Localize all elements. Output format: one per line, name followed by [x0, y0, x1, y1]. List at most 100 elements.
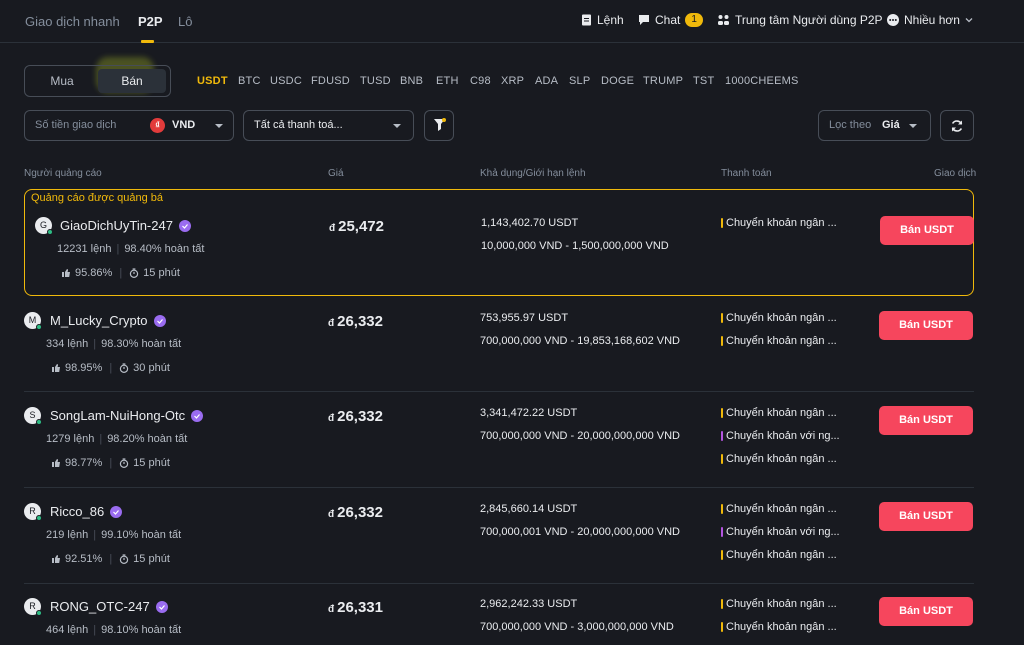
available-amount: 2,845,660.14 USDT	[480, 503, 578, 515]
avatar[interactable]: R	[24, 598, 42, 616]
sell-usdt-button[interactable]: Bán USDT	[879, 311, 973, 340]
tab-block[interactable]: Lô	[178, 14, 192, 29]
advertiser-name[interactable]: M_Lucky_Crypto	[50, 313, 166, 328]
chat-count-badge: 1	[685, 13, 703, 27]
tab-quick-trade[interactable]: Giao dịch nhanh	[25, 14, 120, 29]
amount-input-placeholder[interactable]: Số tiền giao dịch	[35, 119, 116, 131]
asset-eth[interactable]: ETH	[436, 75, 459, 87]
rating-time-stats: 92.51% | 15 phút	[51, 553, 170, 565]
rating-time-stats: 98.77% | 15 phút	[51, 457, 170, 469]
sell-usdt-button[interactable]: Bán USDT	[880, 216, 974, 245]
online-indicator	[36, 515, 42, 521]
currency-label[interactable]: VND	[172, 119, 195, 131]
asset-slp[interactable]: SLP	[569, 75, 590, 87]
payment-method-select[interactable]: Tất cả thanh toá...	[243, 110, 414, 141]
advertiser-name[interactable]: Ricco_86	[50, 504, 123, 519]
payment-method: Chuyển khoản ngân ...	[721, 453, 837, 465]
orders-label: Lệnh	[597, 13, 624, 27]
advertiser-name[interactable]: GiaoDichUyTin-247	[60, 218, 191, 233]
col-price: Giá	[328, 168, 344, 179]
table-row: R RONG_OTC-247 464 lệnh | 98.10% hoàn tất …	[24, 583, 974, 645]
verified-badge-icon	[153, 314, 166, 327]
asset-usdc[interactable]: USDC	[270, 75, 302, 87]
sort-label: Lọc theo	[829, 119, 872, 131]
online-indicator	[36, 610, 42, 616]
thumbs-up-icon	[51, 458, 61, 468]
chat-label: Chat	[655, 13, 681, 27]
more-menu[interactable]: Nhiều hơn	[887, 13, 973, 27]
available-amount: 3,341,472.22 USDT	[480, 407, 578, 419]
verified-badge-icon	[191, 409, 204, 422]
orders-link[interactable]: Lệnh	[581, 13, 624, 27]
amount-currency-filter[interactable]: Số tiền giao dịch ₫ VND	[24, 110, 234, 141]
document-icon	[581, 14, 592, 26]
sell-usdt-button[interactable]: Bán USDT	[879, 406, 973, 435]
more-dots-icon	[887, 14, 899, 26]
sell-toggle[interactable]: Bán	[98, 69, 166, 93]
chat-icon	[638, 14, 650, 26]
order-stats: 12231 lệnh | 98.40% hoàn tất	[57, 243, 205, 255]
asset-c98[interactable]: C98	[470, 75, 491, 87]
col-advertiser: Người quảng cáo	[24, 168, 102, 179]
advertiser-name[interactable]: RONG_OTC-247	[50, 599, 168, 614]
online-indicator	[47, 229, 53, 235]
asset-fdusd[interactable]: FDUSD	[311, 75, 350, 87]
avatar[interactable]: M	[24, 312, 42, 330]
asset-doge[interactable]: DOGE	[601, 75, 634, 87]
asset-bnb[interactable]: BNB	[400, 75, 423, 87]
order-limit: 700,000,001 VND - 20,000,000,000 VND	[480, 526, 680, 538]
asset-btc[interactable]: BTC	[238, 75, 261, 87]
buy-toggle[interactable]: Mua	[29, 69, 95, 93]
user-center-label: Trung tâm Người dùng P2P	[735, 13, 883, 27]
chat-link[interactable]: Chat 1	[638, 13, 703, 27]
table-row: M M_Lucky_Crypto 334 lệnh | 98.30% hoàn tấ…	[24, 296, 974, 392]
available-amount: 753,955.97 USDT	[480, 312, 569, 324]
payment-method: Chuyển khoản ngân ...	[721, 335, 837, 347]
asset-ada[interactable]: ADA	[535, 75, 558, 87]
user-center-link[interactable]: Trung tâm Người dùng P2P	[717, 13, 883, 27]
refresh-button[interactable]	[940, 110, 974, 141]
chevron-down-icon	[965, 17, 973, 23]
avatar[interactable]: G	[35, 217, 53, 235]
asset-xrp[interactable]: XRP	[501, 75, 524, 87]
verified-badge-icon	[178, 219, 191, 232]
table-row: Quảng cáo được quảng bá G GiaoDichUyTin-…	[24, 189, 974, 296]
online-indicator	[36, 419, 42, 425]
order-limit: 10,000,000 VND - 1,500,000,000 VND	[481, 240, 669, 252]
currency-chevron-icon	[215, 124, 223, 128]
available-amount: 1,143,402.70 USDT	[481, 217, 579, 229]
thumbs-up-icon	[51, 554, 61, 564]
payment-method-label: Tất cả thanh toá...	[254, 119, 343, 131]
sell-usdt-button[interactable]: Bán USDT	[879, 502, 973, 531]
order-stats: 1279 lệnh | 98.20% hoàn tất	[46, 433, 188, 445]
top-bar: Giao dịch nhanh P2P Lô Lệnh Chat 1 Trung…	[0, 0, 1024, 43]
vnd-currency-icon: ₫	[150, 118, 165, 133]
asset-tusd[interactable]: TUSD	[360, 75, 391, 87]
asset-1000cheems[interactable]: 1000CHEEMS	[725, 75, 799, 87]
tab-p2p[interactable]: P2P	[138, 14, 163, 29]
payment-method: Chuyển khoản ngân ...	[721, 621, 837, 633]
thumbs-up-icon	[51, 363, 61, 373]
payment-method: Chuyển khoản ngân ...	[721, 549, 837, 561]
col-trade: Giao dịch	[934, 168, 977, 179]
sell-usdt-button[interactable]: Bán USDT	[879, 597, 973, 626]
asset-tst[interactable]: TST	[693, 75, 714, 87]
sort-value: Giá	[882, 119, 900, 131]
verified-badge-icon	[155, 600, 168, 613]
timer-icon	[129, 268, 139, 278]
payment-method: Chuyển khoản ngân ...	[721, 312, 837, 324]
filter-button[interactable]	[424, 110, 454, 141]
sort-chevron-icon	[909, 124, 917, 128]
price: đ 26,332	[328, 408, 383, 425]
advertiser-name[interactable]: SongLam-NuiHong-Otc	[50, 408, 204, 423]
sort-select[interactable]: Lọc theo Giá	[818, 110, 931, 141]
avatar[interactable]: R	[24, 503, 42, 521]
table-row: S SongLam-NuiHong-Otc 1279 lệnh | 98.20% h…	[24, 391, 974, 487]
asset-trump[interactable]: TRUMP	[643, 75, 683, 87]
order-stats: 464 lệnh | 98.10% hoàn tất	[46, 624, 182, 636]
asset-usdt[interactable]: USDT	[197, 75, 228, 87]
payment-method: Chuyển khoản ngân ...	[721, 503, 837, 515]
avatar[interactable]: S	[24, 407, 42, 425]
price: đ 26,332	[328, 313, 383, 330]
col-available-limit: Khả dụng/Giới hạn lệnh	[480, 168, 586, 179]
